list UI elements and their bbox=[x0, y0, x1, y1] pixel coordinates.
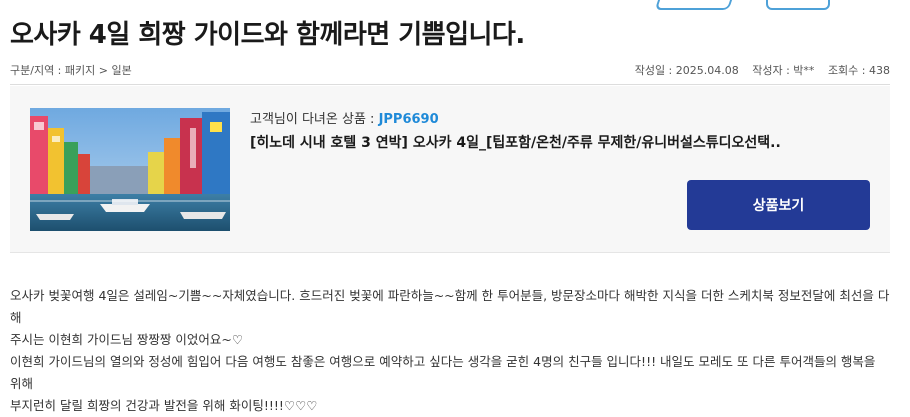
post-date: 작성일 : 2025.04.08 bbox=[634, 64, 739, 77]
product-label-row: 고객님이 다녀온 상품 : JPP6690 bbox=[250, 108, 439, 127]
decorative-shape bbox=[766, 0, 830, 10]
product-code: JPP6690 bbox=[378, 112, 439, 127]
view-product-button[interactable]: 상품보기 bbox=[687, 180, 870, 230]
category-breadcrumb: 구분/지역 : 패키지 > 일본 bbox=[10, 64, 132, 77]
post-author: 작성자 : 박** bbox=[752, 64, 815, 77]
product-name[interactable]: [히노데 시내 호텔 3 연박] 오사카 4일_[팁포함/온천/주류 무제한/유… bbox=[250, 132, 781, 152]
review-line: 오사카 벚꽃여행 4일은 설레임~기쁨~~자체였습니다. 흐드러진 벚꽃에 파란… bbox=[10, 288, 890, 325]
dotonbori-canal-photo bbox=[30, 108, 230, 231]
page-title: 오사카 4일 희짱 가이드와 함께라면 기쁨입니다. bbox=[10, 20, 525, 50]
review-line: 이현희 가이드님의 열의와 정성에 힘입어 다음 여행도 참좋은 여행으로 예약… bbox=[10, 354, 876, 391]
product-card: 고객님이 다녀온 상품 : JPP6690 [히노데 시내 호텔 3 연박] 오… bbox=[10, 86, 890, 253]
review-line: 부지런히 달릴 희짱의 건강과 발전을 위해 화이팅!!!!♡♡♡ bbox=[10, 398, 318, 413]
review-content: 오사카 벚꽃여행 4일은 설레임~기쁨~~자체였습니다. 흐드러진 벚꽃에 파란… bbox=[10, 285, 890, 417]
divider bbox=[10, 84, 890, 85]
post-meta: 구분/지역 : 패키지 > 일본 작성일 : 2025.04.08 작성자 : … bbox=[10, 62, 890, 78]
decorative-shape bbox=[654, 0, 740, 10]
product-label: 고객님이 다녀온 상품 : bbox=[250, 112, 375, 127]
post-info: 작성일 : 2025.04.08 작성자 : 박** 조회수 : 438 bbox=[625, 62, 890, 78]
product-thumbnail[interactable] bbox=[30, 108, 230, 231]
review-line: 주시는 이현희 가이드님 짱짱짱 이었어요~♡ bbox=[10, 332, 244, 347]
view-count: 조회수 : 438 bbox=[827, 64, 890, 77]
